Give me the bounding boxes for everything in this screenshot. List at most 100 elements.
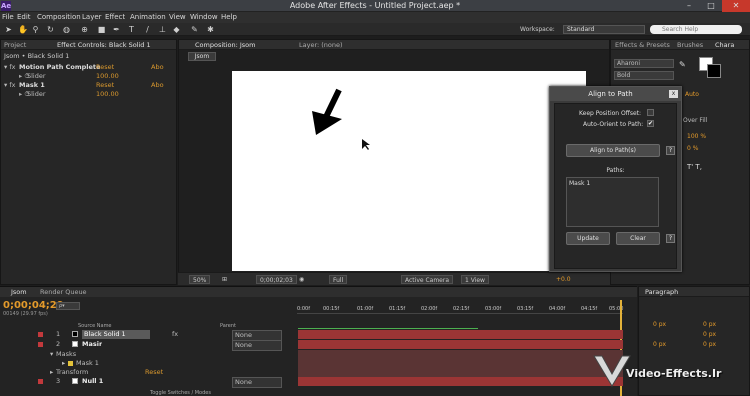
layer-name[interactable]: Null 1: [82, 377, 103, 386]
selection-tool-icon[interactable]: ➤: [4, 25, 13, 34]
mask-color-swatch[interactable]: [68, 361, 73, 366]
layer-duration-bar[interactable]: [298, 340, 623, 349]
workspace-select[interactable]: Standard: [563, 25, 645, 34]
menu-help[interactable]: Help: [221, 13, 237, 21]
expand-icon[interactable]: ▾ fx: [4, 81, 15, 90]
timeline-search-input[interactable]: ρ▾: [56, 302, 80, 310]
property-value[interactable]: 100.00: [96, 90, 119, 99]
tab-brushes[interactable]: Brushes: [677, 41, 703, 49]
comp-name-tab[interactable]: Jsom: [188, 52, 216, 61]
roto-brush-tool-icon[interactable]: ✎: [190, 25, 199, 34]
work-area-bar[interactable]: [298, 328, 478, 329]
vertical-scale-value[interactable]: 100 %: [687, 133, 706, 140]
pen-tool-icon[interactable]: ✒: [112, 25, 121, 34]
brush-tool-icon[interactable]: /: [143, 25, 152, 34]
font-family-select[interactable]: Aharoni: [614, 59, 674, 68]
effect-row-slider[interactable]: ▸ ⏱ Slider 100.00: [1, 72, 178, 81]
timeline-timecode[interactable]: 0;00;04;29: [3, 300, 64, 311]
minimize-button[interactable]: –: [678, 0, 700, 12]
close-button[interactable]: ✕: [722, 0, 750, 12]
fx-icon[interactable]: fx: [172, 330, 178, 339]
effect-row-motion-path[interactable]: ▾ fx Motion Path Complete Reset Abo: [1, 63, 178, 72]
toggle-switches-modes[interactable]: Toggle Switches / Modes: [150, 390, 211, 396]
rotate-tool-icon[interactable]: ↻: [46, 25, 55, 34]
camera-select[interactable]: Active Camera: [401, 275, 454, 284]
layer-name[interactable]: Masir: [82, 340, 102, 349]
hand-tool-icon[interactable]: ✋: [18, 25, 28, 34]
pan-behind-tool-icon[interactable]: ⊕: [80, 25, 89, 34]
layer-row[interactable]: 2 Masir None: [0, 340, 295, 351]
masks-row[interactable]: ▾ Masks: [0, 350, 295, 359]
indent-right-value[interactable]: 0 px: [703, 321, 716, 328]
paths-list-item[interactable]: Mask 1: [569, 180, 590, 187]
font-size-value[interactable]: Auto: [685, 91, 699, 98]
layer-duration-bar[interactable]: [298, 330, 623, 339]
effect-row-mask[interactable]: ▾ fx Mask 1 Reset Abo: [1, 81, 178, 90]
dialog-close-button[interactable]: x: [669, 90, 678, 98]
grid-icon[interactable]: ⊞: [222, 275, 227, 284]
tab-paragraph[interactable]: Paragraph: [645, 288, 678, 296]
mask-row[interactable]: ▸ Mask 1: [0, 359, 295, 368]
restore-button[interactable]: □: [700, 0, 722, 12]
exposure-value[interactable]: +0.0: [556, 275, 571, 284]
menu-animation[interactable]: Animation: [130, 13, 166, 21]
transform-reset-link[interactable]: Reset: [145, 368, 163, 377]
paths-list[interactable]: Mask 1: [566, 177, 659, 227]
zoom-tool-icon[interactable]: ⚲: [31, 25, 40, 34]
parent-select[interactable]: None: [232, 377, 282, 388]
reset-link[interactable]: Reset: [96, 63, 114, 72]
update-button[interactable]: Update: [566, 232, 610, 245]
auto-orient-checkbox[interactable]: ✔: [647, 120, 654, 127]
align-to-path-button[interactable]: Align to Path(s): [566, 144, 660, 157]
label-color-swatch[interactable]: [38, 332, 43, 337]
tab-effects-presets[interactable]: Effects & Presets: [615, 41, 670, 49]
layer-duration-bar[interactable]: [298, 377, 623, 386]
snapshot-icon[interactable]: ◉: [299, 275, 304, 284]
label-color-swatch[interactable]: [38, 379, 43, 384]
stroke-select[interactable]: Over Fill: [683, 117, 707, 124]
menu-file[interactable]: File: [2, 13, 14, 21]
menu-layer[interactable]: Layer: [82, 13, 102, 21]
update-help-button[interactable]: ?: [666, 234, 675, 243]
eyedropper-icon[interactable]: ✎: [679, 60, 686, 69]
keep-position-checkbox[interactable]: [647, 109, 654, 116]
current-time-display[interactable]: 0;00;02;03: [256, 275, 297, 284]
puppet-pin-tool-icon[interactable]: ✱: [206, 25, 215, 34]
menu-effect[interactable]: Effect: [105, 13, 125, 21]
composition-canvas[interactable]: [232, 71, 586, 271]
time-ruler[interactable]: 0:00f 00:15f 01:00f 01:15f 02:00f 02:15f…: [297, 300, 623, 314]
tab-project[interactable]: Project: [4, 41, 26, 49]
tab-character[interactable]: Chara: [715, 41, 734, 49]
eraser-tool-icon[interactable]: ◆: [172, 25, 181, 34]
zoom-select[interactable]: 50%: [189, 275, 211, 284]
about-link[interactable]: Abo: [151, 81, 164, 90]
expand-icon[interactable]: ▾ fx: [4, 63, 15, 72]
search-help-input[interactable]: Search Help: [650, 25, 742, 34]
align-help-button[interactable]: ?: [666, 146, 675, 155]
indent-first-value[interactable]: 0 px: [703, 331, 716, 338]
camera-tool-icon[interactable]: ◍: [62, 25, 71, 34]
rectangle-tool-icon[interactable]: ■: [97, 25, 106, 34]
clear-button[interactable]: Clear: [616, 232, 660, 245]
font-style-select[interactable]: Bold: [614, 71, 674, 80]
layer-name[interactable]: Black Solid 1: [82, 330, 150, 339]
tab-composition[interactable]: Composition: Jsom: [195, 41, 255, 49]
type-tool-icon[interactable]: T: [127, 25, 136, 34]
tab-timeline-jsom[interactable]: Jsom: [11, 288, 27, 296]
resolution-select[interactable]: Full: [329, 275, 348, 284]
stroke-color-swatch[interactable]: [707, 64, 721, 78]
clone-stamp-tool-icon[interactable]: ⊥: [158, 25, 167, 34]
space-before-value[interactable]: 0 px: [653, 341, 666, 348]
layer-row[interactable]: 3 Null 1 None: [0, 377, 295, 388]
about-link[interactable]: Abo: [151, 63, 164, 72]
effect-row-slider[interactable]: ▸ ⏱ Slider 100.00: [1, 90, 178, 99]
menu-edit[interactable]: Edit: [17, 13, 31, 21]
indent-left-value[interactable]: 0 px: [653, 321, 666, 328]
tab-layer[interactable]: Layer: (none): [299, 41, 343, 49]
mask-name[interactable]: Mask 1: [76, 359, 99, 368]
menu-window[interactable]: Window: [190, 13, 218, 21]
expand-icon[interactable]: ▸: [50, 368, 53, 377]
reset-link[interactable]: Reset: [96, 81, 114, 90]
tsume-buttons[interactable]: T' T,: [687, 163, 702, 171]
space-after-value[interactable]: 0 px: [703, 341, 716, 348]
